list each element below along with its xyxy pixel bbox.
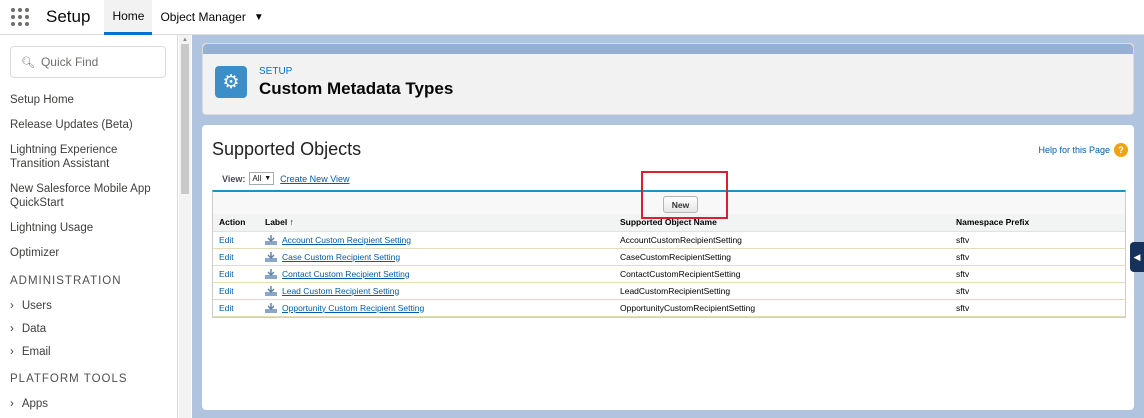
namespace-cell: sftv [950, 299, 1125, 317]
sidebar-item-mobile-quickstart[interactable]: New Salesforce Mobile App QuickStart [0, 177, 177, 216]
table-row: Edit Lead Custom Recipient Setting LeadCus… [213, 282, 1125, 300]
object-name-cell: AccountCustomRecipientSetting [614, 231, 950, 249]
page-header: ⚙ SETUP Custom Metadata Types [202, 43, 1134, 115]
sort-ascending-icon: ↑ [289, 217, 294, 228]
global-header: Setup Home Object Manager ▼ [0, 0, 1144, 35]
scroll-up-icon[interactable]: ▲ [182, 37, 188, 43]
quick-find-input[interactable]: 🔍︎ Quick Find [10, 46, 166, 78]
view-select-value: All [252, 174, 262, 183]
table-header-row: Action Label ↑ Supported Object Name Nam… [213, 214, 1125, 232]
new-button[interactable]: New [663, 196, 698, 213]
column-header-label[interactable]: Label ↑ [259, 214, 614, 232]
list-button-row: New [213, 171, 1125, 219]
sidebar-item-setup-home[interactable]: Setup Home [0, 88, 177, 113]
tab-object-manager-label: Object Manager [160, 10, 246, 24]
download-icon[interactable] [265, 302, 277, 313]
edit-link[interactable]: Edit [213, 299, 259, 317]
sidebar-item-label: Users [21, 300, 52, 312]
edit-link[interactable]: Edit [213, 231, 259, 249]
help-link-label: Help for this Page [1038, 145, 1110, 155]
record-label-link[interactable]: Lead Custom Recipient Setting [282, 286, 399, 296]
namespace-cell: sftv [950, 282, 1125, 300]
namespace-cell: sftv [950, 265, 1125, 283]
chevron-right-icon: › [10, 323, 14, 335]
object-name-cell: LeadCustomRecipientSetting [614, 282, 950, 300]
view-bar: View: All ▼ Create New View [212, 172, 1124, 185]
namespace-cell: sftv [950, 248, 1125, 266]
sidebar-section-platform-tools: PLATFORM TOOLS [10, 373, 128, 385]
column-header-object-name[interactable]: Supported Object Name [614, 214, 950, 232]
sidebar-item-label: Apps [21, 398, 49, 410]
sidebar-scrollbar[interactable]: ▲ [179, 35, 191, 418]
search-icon: 🔍︎ [21, 56, 35, 69]
column-header-label-text: Label [265, 217, 288, 228]
table-row: Edit Account Custom Recipient Setting Acco… [213, 231, 1125, 249]
chevron-right-icon: › [10, 300, 14, 312]
quick-find-placeholder: Quick Find [40, 55, 99, 69]
label-cell: Contact Custom Recipient Setting [259, 265, 614, 283]
page-title: Custom Metadata Types [259, 78, 454, 98]
object-name-cell: OpportunityCustomRecipientSetting [614, 299, 950, 317]
label-cell: Account Custom Recipient Setting [259, 231, 614, 249]
app-name: Setup [46, 7, 91, 26]
view-select[interactable]: All ▼ [249, 172, 275, 185]
sidebar-item-data[interactable]: › Data [0, 318, 177, 341]
main-content: ⚙ SETUP Custom Metadata Types Supported … [192, 35, 1144, 418]
sidebar-item-optimizer[interactable]: Optimizer [0, 241, 177, 266]
table-row: Edit Opportunity Custom Recipient Setting… [213, 299, 1125, 317]
tab-object-manager[interactable]: Object Manager ▼ [152, 0, 271, 35]
gear-icon: ⚙ [215, 66, 247, 98]
sidebar-item-lightning-usage[interactable]: Lightning Usage [0, 216, 177, 241]
chevron-down-icon[interactable]: ▼ [254, 12, 264, 23]
column-header-action: Action [213, 214, 259, 232]
content-card: Supported Objects Help for this Page ? V… [202, 125, 1134, 410]
edit-link[interactable]: Edit [213, 248, 259, 266]
chevron-right-icon: › [10, 398, 14, 410]
label-cell: Lead Custom Recipient Setting [259, 282, 614, 300]
chevron-right-icon: › [10, 346, 14, 358]
download-icon[interactable] [265, 285, 277, 296]
download-icon[interactable] [265, 251, 277, 262]
setup-sidebar: 🔍︎ Quick Find Setup Home Release Updates… [0, 35, 178, 418]
section-title: Supported Objects [212, 139, 362, 159]
sidebar-item-lightning-transition[interactable]: Lightning Experience Transition Assistan… [0, 138, 177, 177]
table-row: Edit Contact Custom Recipient Setting Cont… [213, 265, 1125, 283]
label-cell: Case Custom Recipient Setting [259, 248, 614, 266]
tab-home-label: Home [112, 8, 145, 23]
download-icon[interactable] [265, 234, 277, 245]
chevron-down-icon: ▼ [264, 175, 272, 182]
tab-home[interactable]: Home [104, 0, 153, 35]
supported-objects-table: Action Label ↑ Supported Object Name Nam… [213, 214, 1125, 317]
page-eyebrow: SETUP [259, 65, 293, 77]
supported-objects-list: New Action Label ↑ Supported Object Name… [212, 171, 1126, 318]
label-cell: Opportunity Custom Recipient Setting [259, 299, 614, 317]
namespace-cell: sftv [950, 231, 1125, 249]
edit-link[interactable]: Edit [213, 265, 259, 283]
collapse-tab-icon[interactable]: ◀ [1130, 242, 1144, 272]
sidebar-item-release-updates[interactable]: Release Updates (Beta) [0, 113, 177, 138]
sidebar-item-email[interactable]: › Email [0, 341, 177, 364]
sidebar-item-apps[interactable]: › Apps [0, 393, 177, 416]
download-icon[interactable] [265, 268, 277, 279]
record-label-link[interactable]: Case Custom Recipient Setting [282, 252, 400, 262]
help-icon: ? [1114, 143, 1128, 157]
object-name-cell: ContactCustomRecipientSetting [614, 265, 950, 283]
header-stripe [203, 44, 1133, 54]
create-new-view-link[interactable]: Create New View [280, 174, 349, 184]
view-label: View: [222, 173, 246, 184]
help-link[interactable]: Help for this Page ? [1038, 143, 1128, 157]
app-launcher-icon[interactable] [11, 8, 29, 26]
sidebar-item-label: Email [21, 346, 51, 358]
record-label-link[interactable]: Account Custom Recipient Setting [282, 235, 411, 245]
record-label-link[interactable]: Opportunity Custom Recipient Setting [282, 303, 424, 313]
object-name-cell: CaseCustomRecipientSetting [614, 248, 950, 266]
column-header-namespace[interactable]: Namespace Prefix [950, 214, 1125, 232]
sidebar-item-label: Data [21, 323, 47, 335]
edit-link[interactable]: Edit [213, 282, 259, 300]
sidebar-item-users[interactable]: › Users [0, 295, 177, 318]
sidebar-section-administration: ADMINISTRATION [10, 275, 122, 287]
table-row: Edit Case Custom Recipient Setting CaseCus… [213, 248, 1125, 266]
record-label-link[interactable]: Contact Custom Recipient Setting [282, 269, 410, 279]
scrollbar-thumb[interactable] [181, 44, 189, 194]
